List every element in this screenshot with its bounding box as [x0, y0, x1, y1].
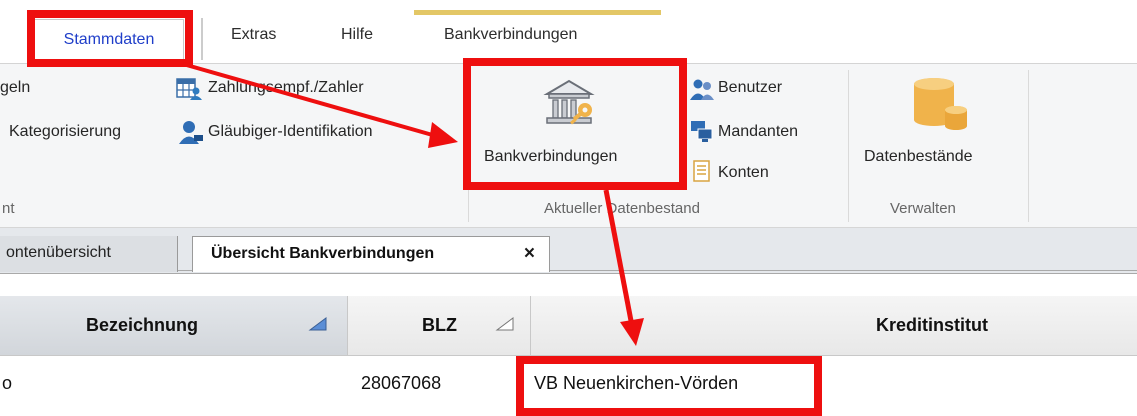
- konten-button[interactable]: Konten: [718, 163, 769, 183]
- column-header-kreditinstitut[interactable]: Kreditinstitut: [531, 296, 1137, 356]
- close-icon[interactable]: ×: [524, 237, 535, 271]
- glaeubiger-identifikation-button[interactable]: Gläubiger-Identifikation: [208, 122, 373, 142]
- tab-hilfe[interactable]: Hilfe: [341, 26, 373, 44]
- group-label-1: nt: [2, 200, 15, 217]
- regeln-button[interactable]: geln: [0, 78, 30, 98]
- tab-bankverbindungen[interactable]: Bankverbindungen: [444, 26, 577, 44]
- user-id-icon: [179, 121, 203, 144]
- users-icon: [690, 79, 714, 100]
- group-label-aktueller-datenbestand: Aktueller Datenbestand: [544, 200, 700, 217]
- tab-extras[interactable]: Extras: [231, 26, 276, 44]
- benutzer-button[interactable]: Benutzer: [718, 78, 782, 98]
- datenbestaende-button-label: Datenbestände: [864, 148, 973, 165]
- mandanten-button[interactable]: Mandanten: [718, 122, 798, 142]
- ledger-icon: [693, 160, 710, 182]
- kategorisierung-button[interactable]: Kategorisierung: [9, 122, 121, 142]
- bankverbindungen-button-label: Bankverbindungen: [484, 148, 618, 165]
- document-tab-bar: ontenübersicht Übersicht Bankverbindunge…: [0, 228, 1137, 274]
- contextual-tab-indicator: [414, 10, 661, 15]
- sort-icon[interactable]: [495, 316, 515, 332]
- database-icon: [914, 78, 967, 130]
- sort-icon[interactable]: [308, 316, 328, 332]
- zahlungsempf-button[interactable]: Zahlungsempf./Zahler: [208, 78, 364, 98]
- doc-tab-label: Übersicht Bankverbindungen: [211, 245, 435, 262]
- cell-blz: 28067068: [361, 373, 442, 393]
- column-header-blz[interactable]: BLZ: [348, 296, 531, 356]
- group-separator: [848, 70, 849, 222]
- monitors-icon: [691, 121, 713, 142]
- bank-key-icon: [543, 79, 595, 125]
- group-separator: [468, 70, 469, 222]
- tab-stammdaten[interactable]: Stammdaten: [34, 19, 184, 64]
- tab-separator: [201, 18, 203, 60]
- header-label: Bezeichnung: [86, 315, 199, 335]
- doc-tab-kontenuebersicht[interactable]: ontenübersicht: [0, 236, 178, 272]
- ribbon-panel: geln Kategorisierung nt Zahlungsempf./Za…: [0, 63, 1137, 228]
- cell-bezeichnung: o: [2, 373, 13, 393]
- group-separator: [1028, 70, 1029, 222]
- doc-tab-uebersicht-bankverbindungen[interactable]: Übersicht Bankverbindungen ×: [192, 236, 550, 272]
- table-user-icon: [176, 78, 202, 100]
- ribbon-tab-bar: Stammdaten Extras Hilfe Bankverbindungen: [0, 0, 1137, 64]
- bankverbindungen-ribbon-button[interactable]: Bankverbindungen: [476, 66, 682, 188]
- bankverbindungen-table: Bezeichnung BLZ Kreditinstitut o 2806706…: [0, 276, 1137, 416]
- column-header-bezeichnung[interactable]: Bezeichnung: [0, 296, 348, 356]
- header-label: BLZ: [422, 315, 457, 335]
- datenbestaende-button[interactable]: Datenbestände: [858, 66, 1028, 188]
- header-label: Kreditinstitut: [876, 315, 988, 335]
- cell-kreditinstitut: VB Neuenkirchen-Vörden: [534, 373, 739, 393]
- group-label-verwalten: Verwalten: [890, 200, 956, 217]
